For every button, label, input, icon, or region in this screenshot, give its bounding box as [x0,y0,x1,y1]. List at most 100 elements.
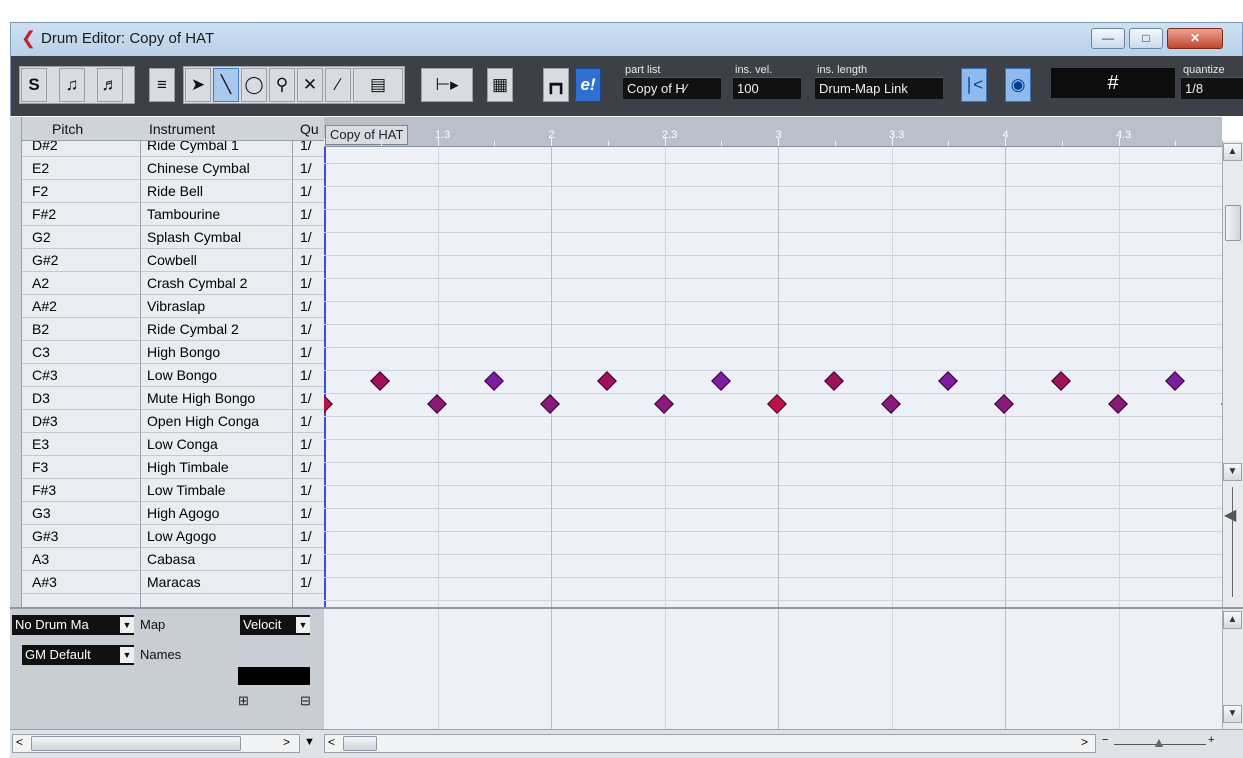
drum-note[interactable] [324,394,333,414]
drum-note[interactable] [597,371,617,391]
controller-lane[interactable] [324,607,1222,729]
vertical-scroll-thumb[interactable] [1225,205,1241,241]
grid-scroll-thumb[interactable] [343,736,377,751]
drum-note[interactable] [710,371,731,391]
instrument-list: D#2 Ride Cymbal 1 1/E2 Chinese Cymbal 1/F2 Ri… [22,141,324,607]
instrument-cell: High Agogo [147,505,220,521]
name-map-select[interactable]: GM Default ▼ [22,645,134,665]
list-item[interactable]: F#2 Tambourine 1/ [22,203,324,226]
list-item[interactable]: F3 High Timbale 1/ [22,456,324,479]
header-quantize[interactable]: Qu [300,121,324,137]
drum-note[interactable] [426,394,447,414]
drum-note[interactable] [653,394,674,414]
part-list-field[interactable]: part list Copy of H⁄ [623,64,721,106]
edit-in-place-icon[interactable]: e! [575,68,601,102]
list-item[interactable]: F#3 Low Timbale 1/ [22,479,324,502]
list-item[interactable]: A#2 Vibraslap 1/ [22,295,324,318]
drum-note[interactable] [483,371,504,391]
add-lane-icon[interactable]: ⊞ [238,693,249,709]
minimize-button[interactable]: — [1091,28,1125,49]
list-item[interactable]: C#3 Low Bongo 1/ [22,364,324,387]
ins-length-field[interactable]: ins. length Drum-Map Link [815,64,943,106]
line-tool-icon[interactable]: ∕ [325,68,351,102]
drum-note[interactable] [540,394,560,414]
list-item[interactable]: E2 Chinese Cymbal 1/ [22,157,324,180]
list-item[interactable]: G3 High Agogo 1/ [22,502,324,525]
scroll-left-icon[interactable]: < [16,735,23,749]
note-grid[interactable] [324,147,1222,607]
step-input-icon[interactable]: ▦ [487,68,513,102]
list-scroll-thumb[interactable] [31,736,241,751]
drum-note[interactable] [880,394,901,414]
acoustic-feedback-icon[interactable]: ♫ [59,68,85,102]
scroll-right-icon[interactable]: > [1081,735,1088,749]
speaker-mute-icon[interactable]: ♬ [97,68,123,102]
list-item[interactable]: G#2 Cowbell 1/ [22,249,324,272]
show-info-icon[interactable]: ≡ [149,68,175,102]
list-item[interactable]: F2 Ride Bell 1/ [22,180,324,203]
ins-vel-field[interactable]: ins. vel. 100 [733,64,801,106]
scroll-left-icon[interactable]: < [328,735,335,749]
autoscroll-icon[interactable]: ⊢▸ [421,68,473,102]
maximize-button[interactable]: □ [1129,28,1163,49]
drumstick-tool-icon[interactable]: ╲ [213,68,239,102]
scroll-down-icon[interactable]: ▼ [1223,705,1242,723]
ins-vel-value[interactable]: 100 [733,77,801,99]
drum-note[interactable] [1164,371,1185,391]
drum-note[interactable] [994,394,1014,414]
drum-note[interactable] [937,371,958,391]
close-button[interactable]: ✕ [1167,28,1223,49]
part-list-value[interactable]: Copy of H⁄ [623,77,721,99]
scroll-up-icon[interactable]: ▲ [1223,143,1242,161]
quantize-value[interactable]: 1/8 [1181,77,1243,99]
drum-map-select[interactable]: No Drum Ma ▼ [12,615,134,635]
list-item[interactable]: G#3 Low Agogo 1/ [22,525,324,548]
list-item[interactable]: B2 Ride Cymbal 2 1/ [22,318,324,341]
mute-tool-icon[interactable]: ✕ [297,68,323,102]
remove-lane-icon[interactable]: ⊟ [300,693,311,709]
list-item[interactable]: D#2 Ride Cymbal 1 1/ [22,141,324,157]
drum-note[interactable] [1107,394,1128,414]
insert-mode-icon[interactable]: ┏┓ [543,68,569,102]
list-item[interactable]: D3 Mute High Bongo 1/ [22,387,324,410]
select-tool-icon[interactable]: ▤ [353,68,403,102]
snap-icon[interactable]: ∣< [961,68,987,102]
controller-scrollbar[interactable]: ▲ ▼ [1222,607,1243,729]
header-instrument[interactable]: Instrument [149,121,215,137]
drum-note[interactable] [370,371,390,391]
list-item[interactable]: C3 High Bongo 1/ [22,341,324,364]
vertical-zoom-handle-icon[interactable]: ◀ [1224,505,1236,525]
list-item[interactable]: E3 Low Conga 1/ [22,433,324,456]
scroll-down-icon[interactable]: ▼ [1223,463,1242,481]
list-item[interactable]: A2 Crash Cymbal 2 1/ [22,272,324,295]
instrument-cell: Crash Cymbal 2 [147,275,248,291]
grid-horizontal-scrollbar[interactable]: < > [324,734,1096,753]
drum-note[interactable] [824,371,844,391]
quantize-field[interactable]: quantize 1/8 [1181,64,1243,106]
drum-note[interactable] [1051,371,1071,391]
drum-note[interactable] [767,394,787,414]
eraser-tool-icon[interactable]: ◯ [241,68,267,102]
zoom-tool-icon[interactable]: ⚲ [269,68,295,102]
controller-value-display[interactable] [238,667,310,685]
list-item[interactable]: G2 Splash Cymbal 1/ [22,226,324,249]
vertical-scrollbar[interactable]: ▲ ▼ ◀ [1222,141,1243,607]
controller-select[interactable]: Velocit ▼ [240,615,310,635]
list-menu-icon[interactable]: ▼ [304,736,315,748]
scroll-up-icon[interactable]: ▲ [1223,611,1242,629]
list-horizontal-scrollbar[interactable]: < > [12,734,300,753]
ruler[interactable]: Copy of HAT 1.3 2 2.3 3 3.3 4 4.3 [324,117,1222,147]
horizontal-zoom-slider[interactable]: − ▲ + [1100,734,1220,752]
arrow-tool-icon[interactable]: ➤ [185,68,211,102]
grid-display[interactable]: # [1051,68,1175,98]
instrument-cell: Vibraslap [147,298,206,314]
list-item[interactable]: A#3 Maracas 1/ [22,571,324,594]
header-pitch[interactable]: Pitch [52,121,83,137]
list-item[interactable]: A3 Cabasa 1/ [22,548,324,571]
solo-button[interactable]: S [21,68,47,102]
list-item[interactable]: D#3 Open High Conga 1/ [22,410,324,433]
zoom-handle-icon[interactable]: ▲ [1152,734,1166,750]
ins-length-value[interactable]: Drum-Map Link [815,77,943,99]
global-quantize-icon[interactable]: ◉ [1005,68,1031,102]
scroll-right-icon[interactable]: > [283,735,290,749]
